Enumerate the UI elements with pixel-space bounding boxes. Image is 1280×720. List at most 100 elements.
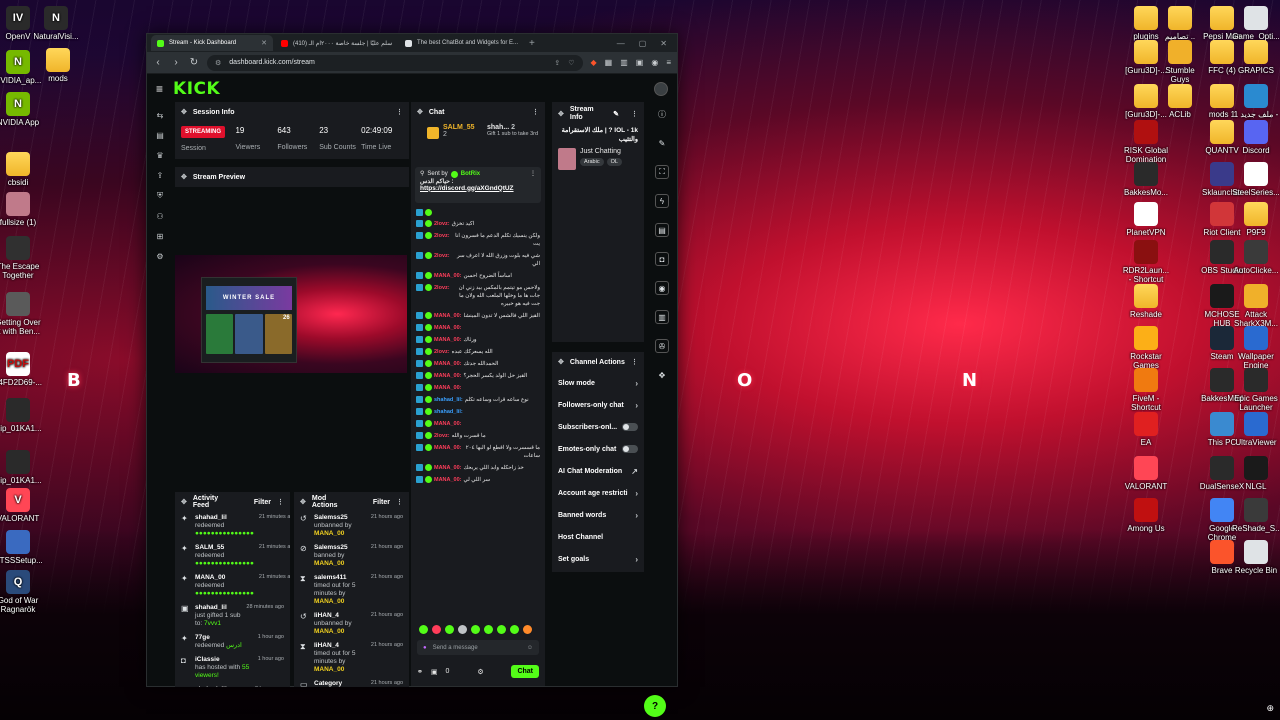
shield-icon[interactable]: ⛨ [157, 191, 163, 201]
sidebar-icon[interactable]: ▥ [620, 58, 628, 67]
desktop-icon[interactable]: V VALORANT [0, 488, 42, 523]
chat-message[interactable]: 2lovz: ولكن ينسيك تكلم الدعم ما فسرون انا… [416, 232, 540, 248]
desktop-icon[interactable]: EA [1122, 412, 1170, 447]
desktop-icon[interactable]: cbsidi [0, 152, 42, 187]
chat-message[interactable]: MANA_00: ما قسسرت ولا اقطع لو البها ٢٠٤ س… [416, 444, 540, 460]
extensions-icon[interactable]: ▦ [605, 58, 613, 67]
bolt-icon[interactable]: ϟ [655, 194, 669, 208]
desktop-icon[interactable]: VALORANT [1122, 456, 1170, 491]
activity-user[interactable]: iClassie [195, 656, 253, 664]
tab-kick-dashboard[interactable]: Stream - Kick Dashboard ✕ [151, 35, 273, 51]
menu-icon[interactable]: ≡ [666, 58, 671, 67]
drag-handle-icon[interactable]: ✥ [417, 108, 423, 116]
channel-action-banned-words[interactable]: Banned words › [552, 504, 644, 526]
chat-username[interactable]: MANA_00: [434, 384, 462, 392]
chat-username[interactable]: MANA_00: [434, 444, 462, 452]
more-options-icon[interactable]: ⋮ [631, 110, 638, 118]
desktop-icon[interactable]: Recycle Bin [1232, 540, 1280, 575]
chat-username[interactable]: 2lovz: [434, 284, 450, 292]
mod-action-by[interactable]: MANA_00 [314, 598, 344, 605]
tab-youtube[interactable]: (410) سلم عليّا | جلسة خاصة ٢٠٠٠ام الـ ✕ [275, 35, 397, 51]
top-user[interactable]: SALM_55 2 [443, 124, 483, 139]
toggle-switch[interactable] [622, 423, 638, 431]
new-tab-icon[interactable]: + [523, 38, 541, 49]
maximize-icon[interactable]: ▢ [639, 39, 647, 48]
drag-handle-icon[interactable]: ✥ [181, 173, 187, 181]
avatar[interactable] [654, 81, 668, 96]
bookmark-icon[interactable]: ♡ [568, 59, 574, 67]
activity-user[interactable]: SALM_55 [195, 544, 254, 552]
desktop-icon[interactable]: N NVIDIA_ap... [0, 50, 42, 85]
desktop-icon[interactable]: N NVIDIA App [0, 92, 42, 127]
chat-message[interactable]: shahad_lil: [416, 408, 540, 416]
more-options-icon[interactable]: ⋮ [396, 498, 403, 506]
chat-username[interactable]: MANA_00: [434, 464, 462, 472]
desktop-icon[interactable]: FiveM - Shortcut [1122, 368, 1170, 412]
chat-message[interactable]: MANA_00: خذ زاحكله وابد اللي يربحك [416, 464, 540, 472]
target-icon[interactable]: ⊕ [1266, 703, 1274, 714]
channel-action-emotes-only-chat[interactable]: Emotes-only chat [552, 438, 644, 460]
add-widget-icon[interactable]: ✥ [655, 368, 669, 382]
close-window-icon[interactable]: ✕ [660, 39, 667, 48]
desktop-icon[interactable]: Reshade [1122, 284, 1170, 319]
desktop-icon[interactable]: AutoClicke... [1232, 240, 1280, 275]
chat-message[interactable]: shahad_lil: نوع ساعه قرات وساعه تكلم [416, 396, 540, 404]
emote-icon[interactable] [445, 625, 454, 634]
mod-filter-button[interactable]: Filter [373, 499, 390, 506]
edit-stream-icon[interactable]: ✎ [655, 136, 669, 150]
share-icon[interactable]: ⇪ [554, 59, 560, 67]
chat-username[interactable]: 2lovz: [434, 252, 450, 260]
chat-bubble-icon[interactable]: ◘ [655, 252, 669, 266]
desktop-icon[interactable]: PDF 84FD2D69-... [0, 352, 42, 387]
pinned-message[interactable]: ⚲ Sent by BotRix ⋮ حياكم الدس : https://… [415, 167, 541, 203]
emote-icon[interactable] [523, 625, 532, 634]
clipboard-icon[interactable]: ▤ [655, 223, 669, 237]
activity-user[interactable]: shahad_lil [195, 604, 241, 612]
tag-chip[interactable]: Arabic [580, 158, 604, 166]
chat-input[interactable]: ● Send a message ☺ [417, 640, 539, 655]
desktop-icon[interactable]: RDR2Laun... - Shortcut [1122, 240, 1170, 284]
chat-message[interactable]: MANA_00: سر اللي لي [416, 476, 540, 484]
toggle-switch[interactable] [622, 445, 638, 453]
chat-username[interactable]: 2lovz: [434, 232, 450, 240]
channel-action-ai-chat-moderation[interactable]: AI Chat Moderation ↗ [552, 460, 644, 482]
drag-handle-icon[interactable]: ✥ [181, 498, 187, 506]
desktop-icon[interactable]: Attack SharkX3M... [1232, 284, 1280, 328]
drag-handle-icon[interactable]: ✥ [181, 108, 187, 116]
desktop-icon[interactable]: P9F9 [1232, 202, 1280, 237]
desktop-icon[interactable]: ReShade_S... [1232, 498, 1280, 533]
channel-action-subscribers-onl-[interactable]: Subscribers-onl... [552, 416, 644, 438]
chat-username[interactable]: 2lovz: [434, 220, 450, 228]
chat-message[interactable]: MANA_00: ورثاك [416, 336, 540, 344]
mic-icon[interactable]: ● [423, 645, 427, 651]
back-icon[interactable]: ‹ [153, 57, 163, 68]
chat-username[interactable]: MANA_00: [434, 336, 462, 344]
activity-user[interactable]: shahad_lil [195, 514, 254, 522]
desktop-icon[interactable]: PlanetVPN [1122, 202, 1170, 237]
mod-action-by[interactable]: MANA_00 [314, 560, 344, 567]
address-bar[interactable]: ⚙ dashboard.kick.com/stream ⇪ ♡ [207, 54, 583, 71]
more-options-icon[interactable]: ⋮ [396, 108, 403, 116]
desktop-icon[interactable]: Discord [1232, 120, 1280, 155]
category-name[interactable]: Just Chatting [580, 148, 622, 155]
activity-user[interactable]: shahad_lil [195, 686, 250, 687]
desktop-icon[interactable]: Stumble Guys [1156, 40, 1204, 84]
desktop-icon[interactable]: Getting Over It with Ben... [0, 292, 42, 336]
mod-action-user[interactable]: Salemss25 [314, 514, 366, 522]
stream-preview-video[interactable]: WINTER SALE 26 [175, 187, 409, 455]
chat-username[interactable]: shahad_lil: [434, 408, 463, 416]
chat-username[interactable]: MANA_00: [434, 372, 462, 380]
chat-message[interactable]: MANA_00: الحمدالله جدتك [416, 360, 540, 368]
chat-username[interactable]: MANA_00: [434, 420, 462, 428]
mod-action-user[interactable]: Category [314, 680, 366, 687]
site-settings-icon[interactable]: ⚙ [215, 59, 221, 67]
emote-icon[interactable] [471, 625, 480, 634]
drag-handle-icon[interactable]: ✥ [558, 358, 564, 366]
gift-goal[interactable]: shah... 2 Gift 1 sub to take 3rd [487, 124, 539, 139]
forward-icon[interactable]: › [171, 57, 181, 68]
wrench-icon[interactable]: ✇ [655, 339, 669, 353]
hamburger-menu-icon[interactable]: ≡ [156, 82, 163, 96]
emote-icon[interactable] [510, 625, 519, 634]
chat-message[interactable]: 2lovz: ولاحس مو تيتمم بالمكس بيد زني ان ج… [416, 284, 540, 308]
chat-settings-icon[interactable]: ⚙ [477, 668, 483, 676]
